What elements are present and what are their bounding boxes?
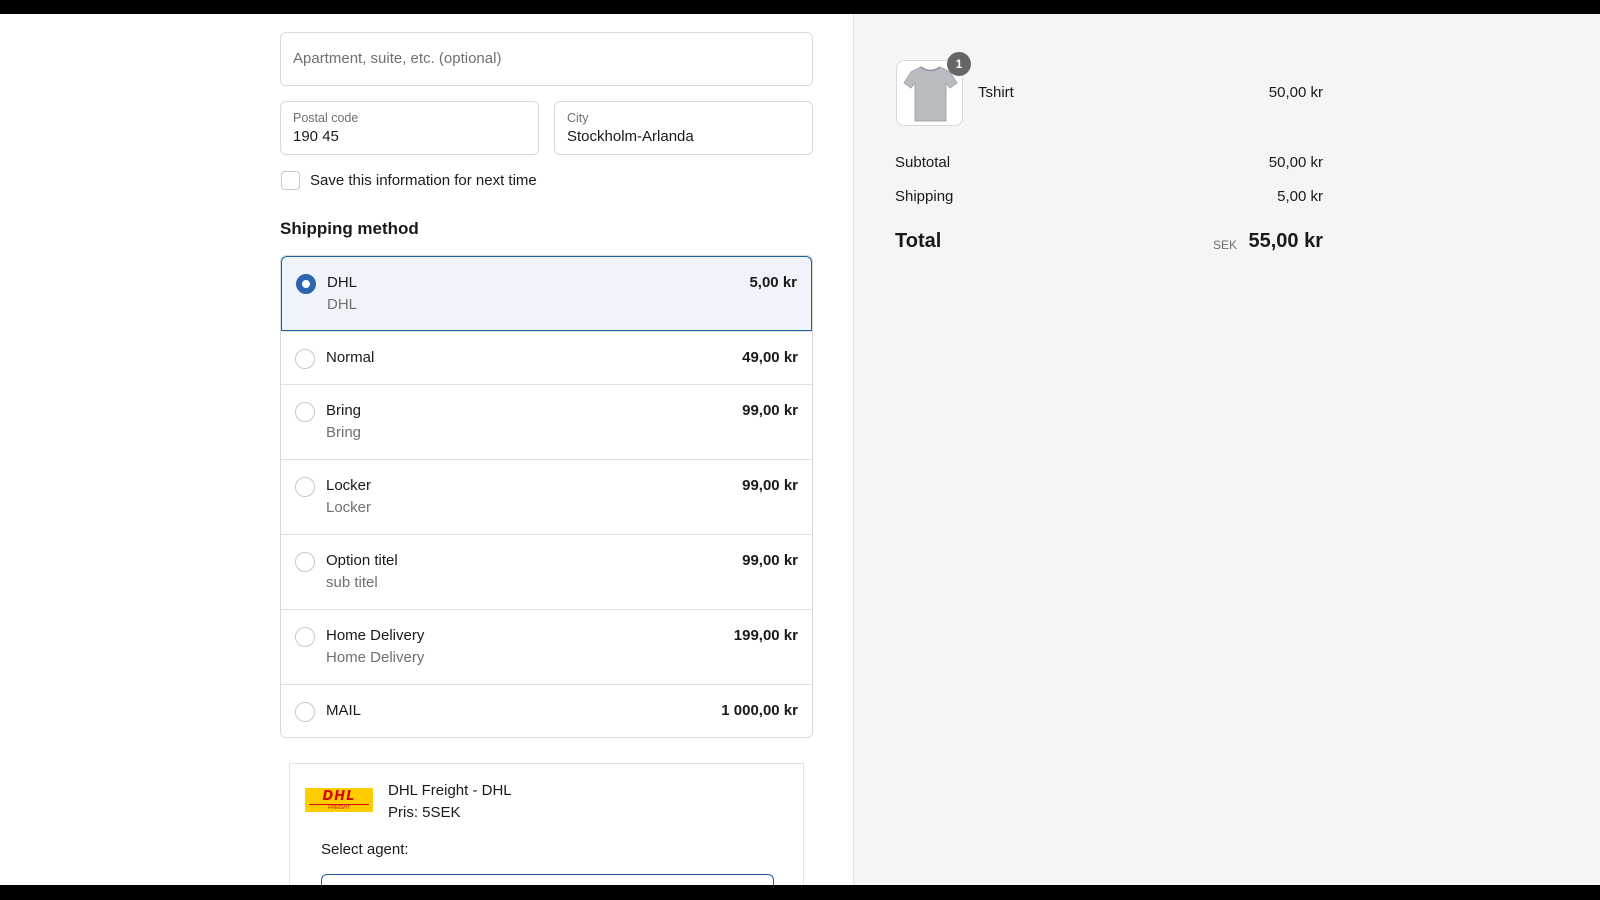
shipping-option-name: Normal bbox=[326, 349, 375, 366]
subtotal-value: 50,00 kr bbox=[1268, 154, 1323, 171]
subtotal-label: Subtotal bbox=[895, 154, 951, 171]
shipping-option-home-delivery[interactable]: Home Delivery Home Delivery 199,00 kr bbox=[281, 609, 812, 684]
radio-icon[interactable] bbox=[295, 552, 315, 572]
shipping-method-list: DHL DHL 5,00 kr Normal 49,00 kr Bring Br… bbox=[280, 255, 813, 738]
shipping-option-name: DHL bbox=[327, 274, 358, 291]
save-info-checkbox[interactable] bbox=[281, 171, 300, 190]
radio-icon[interactable] bbox=[295, 402, 315, 422]
postal-code-value: 190 45 bbox=[293, 128, 339, 145]
shipping-option-price: 99,00 kr bbox=[742, 477, 798, 494]
agent-title: DHL Freight - DHL bbox=[388, 782, 512, 799]
shipping-option-name: Option titel bbox=[326, 552, 398, 569]
postal-code-label: Postal code bbox=[293, 111, 359, 125]
radio-icon[interactable] bbox=[295, 702, 315, 722]
item-name: Tshirt bbox=[978, 84, 1014, 101]
shipping-option-mail[interactable]: MAIL 1 000,00 kr bbox=[281, 684, 812, 737]
city-value: Stockholm-Arlanda bbox=[567, 128, 694, 145]
shipping-option-bring[interactable]: Bring Bring 99,00 kr bbox=[281, 384, 812, 459]
item-price: 50,00 kr bbox=[1268, 84, 1323, 101]
shipping-option-subtitle: Locker bbox=[326, 499, 372, 516]
shipping-option-price: 49,00 kr bbox=[742, 349, 798, 366]
shipping-option-subtitle: sub titel bbox=[326, 574, 378, 591]
total-currency: SEK bbox=[1212, 238, 1237, 252]
agent-panel: DHL FREIGHT DHL Freight - DHL Pris: 5SEK… bbox=[289, 763, 804, 885]
shipping-option-price: 199,00 kr bbox=[733, 627, 798, 644]
quantity-badge: 1 bbox=[947, 52, 971, 76]
apartment-placeholder: Apartment, suite, etc. (optional) bbox=[293, 50, 502, 67]
shipping-option-name: MAIL bbox=[326, 702, 362, 719]
apartment-field[interactable]: Apartment, suite, etc. (optional) bbox=[280, 32, 813, 86]
radio-icon[interactable] bbox=[295, 477, 315, 497]
shipping-option-price: 1 000,00 kr bbox=[721, 702, 798, 719]
checkout-page: Apartment, suite, etc. (optional) Postal… bbox=[0, 14, 1600, 885]
checkout-form: Apartment, suite, etc. (optional) Postal… bbox=[0, 14, 853, 885]
radio-selected-icon[interactable] bbox=[296, 274, 316, 294]
order-summary bbox=[853, 14, 1600, 885]
shipping-option-name: Locker bbox=[326, 477, 372, 494]
shipping-option-normal[interactable]: Normal 49,00 kr bbox=[281, 331, 812, 384]
shipping-option-subtitle: Home Delivery bbox=[326, 649, 425, 666]
total-value: 55,00 kr bbox=[1248, 230, 1323, 252]
total-label: Total bbox=[895, 230, 942, 252]
shipping-option-option-titel[interactable]: Option titel sub titel 99,00 kr bbox=[281, 534, 812, 609]
dhl-logo: DHL FREIGHT bbox=[305, 788, 373, 812]
shipping-method-title: Shipping method bbox=[280, 219, 419, 238]
select-agent-dropdown[interactable] bbox=[321, 874, 774, 885]
city-label: City bbox=[567, 111, 589, 125]
city-field[interactable]: City Stockholm-Arlanda bbox=[554, 101, 813, 155]
shipping-option-subtitle: Bring bbox=[326, 424, 362, 441]
radio-icon[interactable] bbox=[295, 349, 315, 369]
agent-price: Pris: 5SEK bbox=[388, 804, 461, 821]
radio-icon[interactable] bbox=[295, 627, 315, 647]
shipping-option-name: Bring bbox=[326, 402, 362, 419]
dhl-logo-subtext: FREIGHT bbox=[328, 804, 350, 811]
shipping-label: Shipping bbox=[895, 188, 954, 205]
dhl-logo-text: DHL bbox=[322, 788, 356, 804]
shipping-option-dhl[interactable]: DHL DHL 5,00 kr bbox=[281, 256, 812, 331]
shipping-option-price: 5,00 kr bbox=[749, 274, 797, 291]
postal-code-field[interactable]: Postal code 190 45 bbox=[280, 101, 539, 155]
shipping-option-price: 99,00 kr bbox=[742, 402, 798, 419]
shipping-value: 5,00 kr bbox=[1277, 188, 1323, 205]
shipping-option-price: 99,00 kr bbox=[742, 552, 798, 569]
shipping-option-name: Home Delivery bbox=[326, 627, 425, 644]
shipping-option-subtitle: DHL bbox=[327, 296, 358, 313]
shipping-option-locker[interactable]: Locker Locker 99,00 kr bbox=[281, 459, 812, 534]
save-info-label[interactable]: Save this information for next time bbox=[310, 172, 537, 189]
select-agent-label: Select agent: bbox=[321, 841, 409, 858]
